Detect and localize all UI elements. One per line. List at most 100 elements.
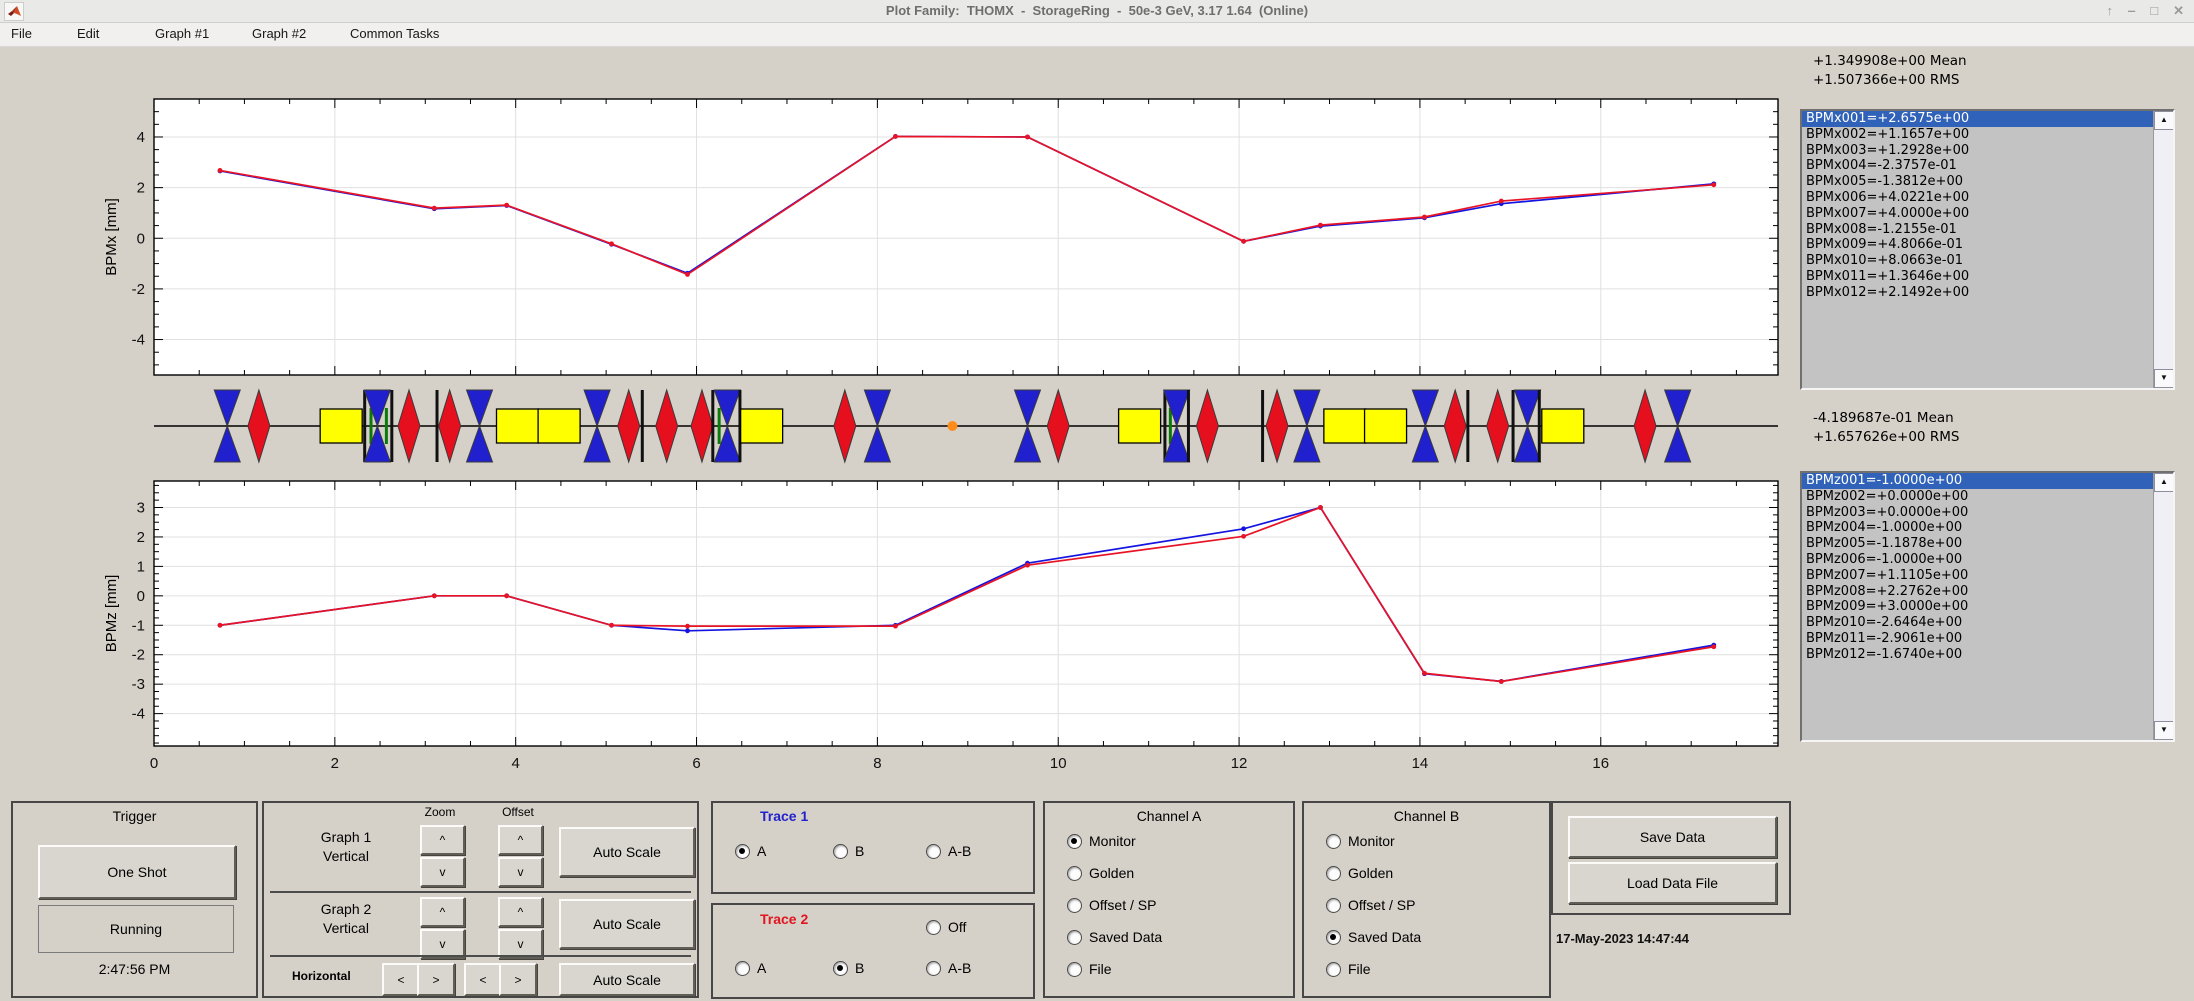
bpmz-list-item[interactable]: BPMz003=+0.0000e+00: [1802, 505, 2154, 521]
radio-file[interactable]: File: [1067, 961, 1112, 977]
graph1-label-line1: Graph 1: [320, 829, 372, 845]
bpmz-list-item[interactable]: BPMz008=+2.2762e+00: [1802, 584, 2154, 600]
bpmx-list-item[interactable]: BPMx008=-1.2155e-01: [1802, 222, 2154, 238]
lattice-marker-icon: [363, 390, 367, 462]
offset-header: Offset: [502, 805, 534, 819]
bpmz-list-item[interactable]: BPMz005=-1.1878e+00: [1802, 536, 2154, 552]
graph1-auto-scale-button[interactable]: Auto Scale: [559, 827, 695, 877]
x-tick-label: 4: [512, 755, 520, 772]
channel-b-panel: Channel B Monitor Golden Offset / SP Saved …: [1302, 801, 1551, 998]
graph2-zoom-up-button[interactable]: ^: [420, 897, 465, 927]
bpmz-scrollbar[interactable]: ▲ ▼: [2153, 473, 2173, 740]
bpmz-list-item[interactable]: BPMz007=+1.1105e+00: [1802, 568, 2154, 584]
graph2-auto-scale-button[interactable]: Auto Scale: [559, 899, 695, 949]
channel-a-title: Channel A: [1136, 808, 1202, 824]
radio-a-b[interactable]: A-B: [926, 843, 971, 859]
bpmz-list-item[interactable]: BPMz004=-1.0000e+00: [1802, 520, 2154, 536]
radio-off[interactable]: Off: [926, 919, 966, 935]
bpmz-listbox[interactable]: BPMz001=-1.0000e+00 BPMz002=+0.0000e+00 BP…: [1800, 471, 2175, 742]
radio-a-b[interactable]: A-B: [926, 960, 971, 976]
radio-golden[interactable]: Golden: [1326, 865, 1393, 881]
scroll-up-icon[interactable]: ▲: [2154, 473, 2173, 492]
one-shot-button[interactable]: One Shot: [38, 845, 236, 899]
stay-on-top-icon[interactable]: ↑: [2107, 2, 2114, 19]
bpmz-rms: +1.657626e+00 RMS: [1813, 429, 1960, 445]
horizontal-zoom-left-button[interactable]: <: [382, 963, 420, 996]
save-data-button[interactable]: Save Data: [1568, 816, 1777, 858]
lattice-marker-icon: [1186, 390, 1190, 462]
menu-graph-1[interactable]: Graph #1: [155, 26, 209, 41]
bpmz-list-item[interactable]: BPMz010=-2.6464e+00: [1802, 615, 2154, 631]
radio-saved-data[interactable]: Saved Data: [1067, 929, 1162, 945]
bpmx-scrollbar[interactable]: ▲ ▼: [2153, 111, 2173, 388]
lattice-marker-icon: [640, 390, 644, 462]
radio-b[interactable]: B: [833, 843, 864, 859]
bpmx-list-item[interactable]: BPMx012=+2.1492e+00: [1802, 285, 2154, 301]
radio-offset-sp[interactable]: Offset / SP: [1067, 897, 1156, 913]
horizontal-auto-scale-button[interactable]: Auto Scale: [559, 963, 695, 996]
radio-dot-icon: [926, 919, 941, 935]
titlebar: Plot Family: THOMX - StorageRing - 50e-3…: [0, 0, 2194, 23]
y-axis-label: BPMx [mm]: [103, 198, 120, 276]
bpmz-list-item[interactable]: BPMz002=+0.0000e+00: [1802, 489, 2154, 505]
radio-a[interactable]: A: [735, 960, 766, 976]
graph1-offset-up-button[interactable]: ^: [498, 825, 543, 855]
radio-offset-sp[interactable]: Offset / SP: [1326, 897, 1415, 913]
bpmx-list-item[interactable]: BPMx006=+4.0221e+00: [1802, 190, 2154, 206]
bpmx-list-item[interactable]: BPMx005=-1.3812e+00: [1802, 174, 2154, 190]
radio-monitor[interactable]: Monitor: [1067, 833, 1136, 849]
bpmx-list-item[interactable]: BPMx004=-2.3757e-01: [1802, 158, 2154, 174]
lattice-bend-icon: [1363, 408, 1408, 444]
menu-common-tasks[interactable]: Common Tasks: [350, 26, 439, 41]
scroll-up-icon[interactable]: ▲: [2154, 111, 2173, 130]
minimize-icon[interactable]: ‒: [2128, 2, 2135, 19]
y-tick-label: -3: [132, 676, 145, 693]
graph1-zoom-up-button[interactable]: ^: [420, 825, 465, 855]
bpmx-list-item[interactable]: BPMx001=+2.6575e+00: [1802, 111, 2154, 127]
bpmz-list-item[interactable]: BPMz006=-1.0000e+00: [1802, 552, 2154, 568]
lattice-marker-icon: [435, 390, 439, 462]
bpmx-list-item[interactable]: BPMx003=+1.2928e+00: [1802, 143, 2154, 159]
lattice-marker-icon: [1537, 390, 1541, 462]
radio-monitor[interactable]: Monitor: [1326, 833, 1395, 849]
lattice-bend-icon: [1323, 408, 1367, 444]
radio-label: Offset / SP: [1089, 897, 1157, 913]
maximize-icon[interactable]: □: [2150, 2, 2158, 19]
radio-saved-data[interactable]: Saved Data: [1326, 929, 1421, 945]
scroll-down-icon[interactable]: ▼: [2154, 721, 2173, 740]
radio-label: Saved Data: [1348, 929, 1422, 945]
graph2-offset-up-button[interactable]: ^: [498, 897, 543, 927]
menu-graph-2[interactable]: Graph #2: [252, 26, 306, 41]
bpmx-list-item[interactable]: BPMx007=+4.0000e+00: [1802, 206, 2154, 222]
bpmx-listbox[interactable]: BPMx001=+2.6575e+00 BPMx002=+1.1657e+00 BP…: [1800, 109, 2175, 390]
bpmx-list-item[interactable]: BPMx009=+4.8066e-01: [1802, 237, 2154, 253]
bpmz-list-item[interactable]: BPMz009=+3.0000e+00: [1802, 599, 2154, 615]
horizontal-offset-left-button[interactable]: <: [464, 963, 502, 996]
bpmz-list-item[interactable]: BPMz001=-1.0000e+00: [1802, 473, 2154, 489]
trigger-panel: Trigger One Shot Running 2:47:56 PM: [11, 801, 258, 998]
scroll-down-icon[interactable]: ▼: [2154, 369, 2173, 388]
bpmx-list-item[interactable]: BPMx002=+1.1657e+00: [1802, 127, 2154, 143]
running-status: Running: [38, 905, 234, 953]
radio-file[interactable]: File: [1326, 961, 1371, 977]
bpmx-list-item[interactable]: BPMx011=+1.3646e+00: [1802, 269, 2154, 285]
radio-a[interactable]: A: [735, 843, 766, 859]
bpmz-list-item[interactable]: BPMz011=-2.9061e+00: [1802, 631, 2154, 647]
horizontal-offset-right-button[interactable]: >: [499, 963, 537, 996]
close-icon[interactable]: ✕: [2173, 2, 2184, 19]
graph1-zoom-down-button[interactable]: v: [420, 857, 465, 887]
radio-golden[interactable]: Golden: [1067, 865, 1134, 881]
lattice-sext-icon: [833, 388, 857, 464]
bpmz-list-item[interactable]: BPMz012=-1.6740e+00: [1802, 647, 2154, 663]
menu-edit[interactable]: Edit: [77, 26, 99, 41]
menu-file[interactable]: File: [11, 26, 32, 41]
radio-b[interactable]: B: [833, 960, 864, 976]
load-data-file-button[interactable]: Load Data File: [1568, 862, 1777, 904]
bpmx-list-item[interactable]: BPMx010=+8.0663e-01: [1802, 253, 2154, 269]
radio-label: Monitor: [1348, 833, 1395, 849]
graph1-offset-down-button[interactable]: v: [498, 857, 543, 887]
lattice-point-icon: [947, 421, 958, 431]
horizontal-zoom-right-button[interactable]: >: [417, 963, 455, 996]
plot-family-window: Plot Family: THOMX - StorageRing - 50e-3…: [0, 0, 2194, 1001]
y-axis-label: BPMz [mm]: [103, 575, 120, 653]
